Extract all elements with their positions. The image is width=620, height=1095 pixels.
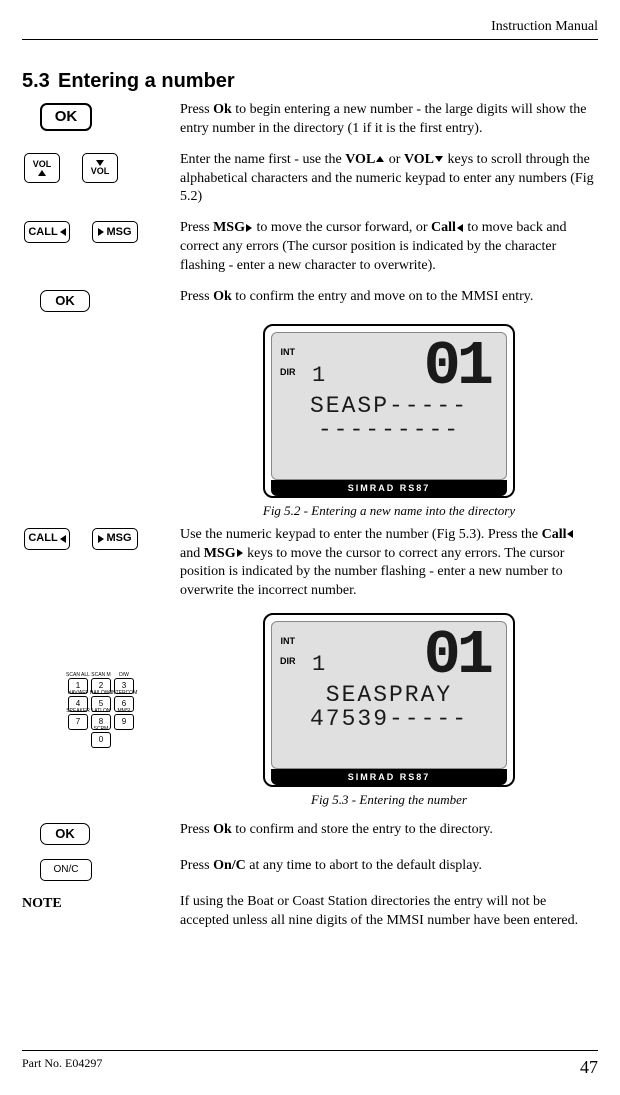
part-number: Part No. E04297	[22, 1055, 102, 1079]
paragraph-1: Press Ok to begin entering a new number …	[180, 101, 598, 139]
section-number: 5.3	[22, 68, 58, 95]
note-text: If using the Boat or Coast Station direc…	[180, 893, 598, 931]
section-title: Entering a number	[58, 70, 235, 92]
msg-button-icon: MSG	[92, 221, 138, 243]
lcd-brand-label: SIMRAD RS87	[271, 480, 507, 496]
paragraph-2: Enter the name first - use the VOL or VO…	[180, 151, 598, 208]
note-label: NOTE	[22, 895, 62, 914]
triangle-down-icon	[96, 160, 104, 166]
paragraph-3: Press MSG to move the cursor forward, or…	[180, 219, 598, 276]
figure-caption: Fig 5.2 - Entering a new name into the d…	[180, 502, 598, 520]
paragraph-4: Press Ok to confirm the entry and move o…	[180, 288, 598, 307]
paragraph-5: Use the numeric keypad to enter the numb…	[180, 526, 598, 602]
onc-button-icon: ON/C	[40, 859, 92, 881]
vol-up-button-icon: VOL	[24, 153, 60, 183]
figure-caption: Fig 5.3 - Entering the number	[180, 791, 598, 809]
lcd-name-line: SEASP-----	[280, 394, 498, 418]
figure-5-3: INT DIR 1 01 SEASPRAY 47539----- SIMRAD …	[180, 613, 598, 809]
triangle-left-icon	[567, 530, 573, 538]
numeric-keypad-icon: SCAN ALL1 SCAN M2 D/W3 NAV/AFF4 HAILOWL5…	[68, 678, 134, 750]
ok-button-icon: OK	[40, 290, 90, 312]
ok-button-icon: OK	[40, 823, 90, 845]
page-number: 47	[580, 1055, 598, 1079]
call-button-icon: CALL	[24, 221, 70, 243]
triangle-right-icon	[246, 224, 252, 232]
header-title: Instruction Manual	[491, 19, 598, 34]
vol-down-button-icon: VOL	[82, 153, 118, 183]
ok-button-icon: OK	[40, 103, 92, 131]
figure-5-2: INT DIR 1 01 SEASP----- --------- SIMRAD…	[180, 324, 598, 520]
call-button-icon: CALL	[24, 528, 70, 550]
triangle-down-icon	[435, 156, 443, 162]
triangle-up-icon	[38, 170, 46, 176]
lcd-number-line: ---------	[280, 418, 498, 442]
lcd-number-line: 47539-----	[280, 707, 498, 731]
triangle-left-icon	[60, 228, 66, 236]
triangle-right-icon	[98, 535, 104, 543]
triangle-left-icon	[457, 224, 463, 232]
page-footer: Part No. E04297 47	[22, 1050, 598, 1079]
msg-button-icon: MSG	[92, 528, 138, 550]
lcd-brand-label: SIMRAD RS87	[271, 769, 507, 785]
triangle-right-icon	[98, 228, 104, 236]
section-heading: 5.3Entering a number	[22, 68, 598, 95]
page-header: Instruction Manual	[22, 18, 598, 40]
paragraph-7: Press On/C at any time to abort to the d…	[180, 857, 598, 876]
triangle-right-icon	[237, 549, 243, 557]
triangle-left-icon	[60, 535, 66, 543]
triangle-up-icon	[376, 156, 384, 162]
paragraph-6: Press Ok to confirm and store the entry …	[180, 821, 598, 840]
